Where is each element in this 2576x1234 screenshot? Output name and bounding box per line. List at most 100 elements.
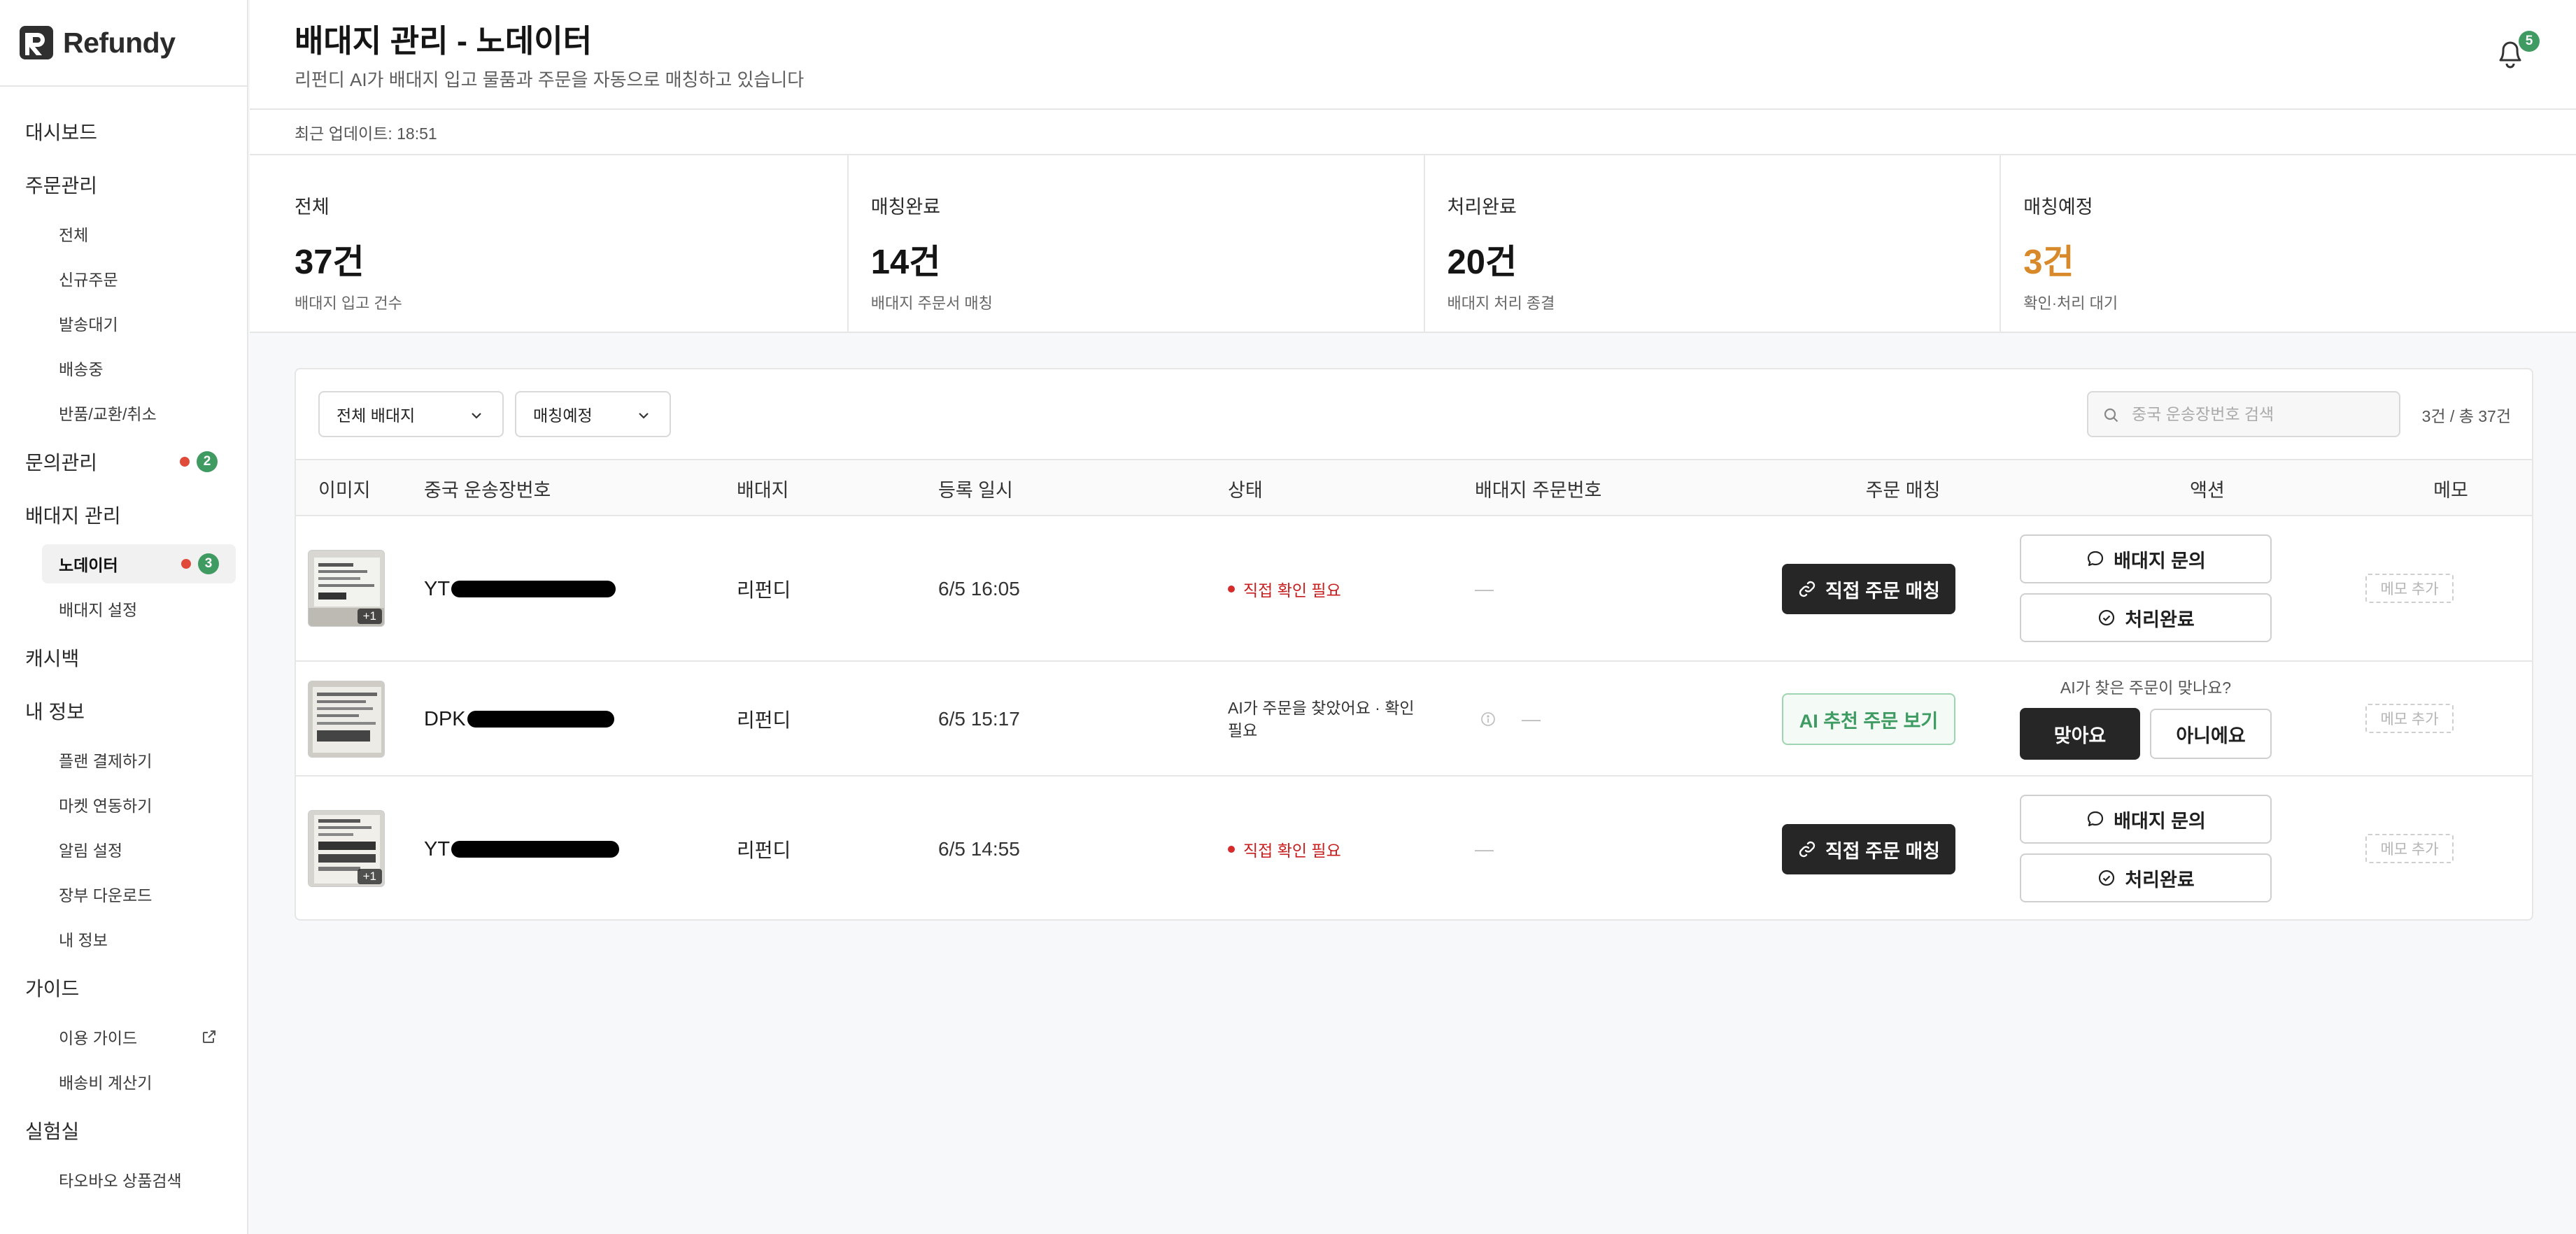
status-select[interactable]: 매칭예정: [515, 391, 671, 437]
table-header: 이미지 중국 운송장번호 배대지 등록 일시 상태 배대지 주문번호 주문 매칭…: [296, 460, 2532, 516]
sidebar-item-lab[interactable]: 실험실: [0, 1104, 247, 1157]
sidebar-item-label: 주문관리: [25, 175, 98, 197]
sidebar-item-orders[interactable]: 주문관리: [0, 158, 247, 211]
sidebar-item-orders-new[interactable]: 신규주문: [0, 256, 247, 301]
filter-bar: 전체 배대지 매칭예정 3건 / 총 37건: [296, 369, 2532, 460]
page-header: 배대지 관리 - 노데이터 리펀디 AI가 배대지 입고 물품과 주문을 자동으…: [250, 0, 2576, 110]
tracking-search[interactable]: [2087, 391, 2400, 437]
column-header: 이미지: [318, 479, 371, 501]
mark-done-button[interactable]: 처리완료: [2020, 853, 2272, 902]
redacted-block: [451, 581, 616, 597]
table-row: DPK 리펀디 6/5 15:17 AI가 주문을 찾았어요 · 확인 필요 —…: [296, 662, 2532, 776]
tracking-prefix: YT: [424, 837, 451, 860]
sidebar-item-label: 내 정보: [59, 931, 108, 949]
sidebar-item-my-profile[interactable]: 내 정보: [0, 916, 247, 961]
sidebar-item-forwarder-nodata[interactable]: 노데이터 3: [42, 544, 236, 583]
forwarder-select[interactable]: 전체 배대지: [318, 391, 504, 437]
chat-bubble-icon: [2088, 551, 2104, 567]
confirm-no-button[interactable]: 아니에요: [2150, 709, 2272, 759]
nodata-badges: 3: [181, 553, 219, 574]
add-memo-button[interactable]: 메모 추가: [2365, 704, 2454, 733]
button-label: 아니에요: [2176, 725, 2246, 746]
nodata-count-badge: 3: [198, 553, 219, 574]
shipments-card: 전체 배대지 매칭예정 3건 / 총 37건 이미지 중국 운송장번호 배대지 …: [295, 368, 2533, 921]
tracking-number: YT: [424, 516, 616, 662]
sidebar-item-orders-returns[interactable]: 반품/교환/취소: [0, 390, 247, 435]
sidebar-item-myinfo[interactable]: 내 정보: [0, 684, 247, 737]
forwarder-inquiry-button[interactable]: 배대지 문의: [2020, 795, 2272, 844]
ai-recommended-order-button[interactable]: AI 추천 주문 보기: [1782, 693, 1955, 745]
page-title: 배대지 관리 - 노데이터: [295, 23, 593, 59]
sidebar-item-market-link[interactable]: 마켓 연동하기: [0, 782, 247, 827]
sidebar-item-dashboard[interactable]: 대시보드: [0, 105, 247, 158]
stat-pending: 매칭예정 3건 확인·처리 대기: [2001, 155, 2576, 332]
stat-label: 전체: [295, 197, 330, 218]
button-label: 배대지 문의: [2114, 810, 2206, 832]
ai-confirm-question: AI가 찾은 주문이 맞나요?: [2060, 679, 2232, 697]
sidebar-item-ledger-download[interactable]: 장부 다운로드: [0, 872, 247, 916]
parcel-image[interactable]: +1: [308, 810, 385, 887]
manual-match-button[interactable]: 직접 주문 매칭: [1782, 564, 1955, 614]
redacted-block: [451, 841, 620, 858]
parcel-image[interactable]: [308, 681, 385, 758]
check-circle-icon: [2099, 609, 2115, 626]
sidebar-item-label: 대시보드: [25, 122, 98, 143]
last-updated: 최근 업데이트: 18:51: [250, 110, 2576, 155]
button-label: 직접 주문 매칭: [1825, 580, 1941, 602]
column-header: 등록 일시: [938, 479, 1013, 501]
sidebar-item-forwarder-settings[interactable]: 배대지 설정: [0, 586, 247, 631]
sidebar-item-guide[interactable]: 가이드: [0, 961, 247, 1014]
sidebar-item-label: 가이드: [25, 978, 80, 1000]
sidebar-item-inquiries[interactable]: 문의관리 2: [0, 435, 247, 488]
column-header: 주문 매칭: [1865, 479, 1941, 501]
sidebar-item-orders-all[interactable]: 전체: [0, 211, 247, 256]
tracking-number: YT: [424, 776, 620, 919]
button-label: 처리완료: [2125, 869, 2195, 891]
check-circle-icon: [2099, 870, 2115, 886]
sidebar-item-label: 배송비 계산기: [59, 1074, 153, 1092]
info-icon[interactable]: [1480, 711, 1496, 727]
stat-label: 매칭예정: [2023, 197, 2093, 218]
tracking-prefix: YT: [424, 577, 451, 600]
sidebar-item-shipping-calc[interactable]: 배송비 계산기: [0, 1059, 247, 1104]
sidebar-item-taobao-search[interactable]: 타오바오 상품검색: [0, 1157, 247, 1202]
unread-dot: [181, 559, 191, 569]
status-dot: [1228, 846, 1235, 853]
brand-name: Refundy: [63, 26, 176, 59]
chevron-down-icon: [639, 413, 649, 419]
sidebar-item-label: 전체: [59, 226, 89, 244]
stat-matched: 매칭완료 14건 배대지 주문서 매칭: [849, 155, 1425, 332]
manual-match-button[interactable]: 직접 주문 매칭: [1782, 824, 1955, 874]
status-cell: AI가 주문을 찾았어요 · 확인 필요: [1228, 662, 1417, 776]
image-count-badge: +1: [357, 609, 382, 624]
mark-done-button[interactable]: 처리완료: [2020, 593, 2272, 642]
sidebar-item-label: 타오바오 상품검색: [59, 1172, 182, 1190]
result-count: 3건 / 총 37건: [2421, 407, 2511, 425]
select-value: 매칭예정: [533, 406, 593, 425]
add-memo-button[interactable]: 메모 추가: [2365, 574, 2454, 603]
registered-time: 6/5 14:55: [938, 838, 1020, 860]
add-memo-button[interactable]: 메모 추가: [2365, 834, 2454, 863]
page-subtitle: 리펀디 AI가 배대지 입고 물품과 주문을 자동으로 매칭하고 있습니다: [295, 69, 805, 90]
sidebar-item-cashback[interactable]: 캐시백: [0, 631, 247, 684]
status-badge: 직접 확인 필요: [1228, 577, 1341, 601]
registered-time: 6/5 16:05: [938, 578, 1020, 600]
sidebar-item-label: 노데이터: [59, 556, 118, 574]
sidebar-item-plan-payment[interactable]: 플랜 결제하기: [0, 737, 247, 782]
stats-row: 전체 37건 배대지 입고 건수 매칭완료 14건 배대지 주문서 매칭 처리완…: [250, 155, 2576, 333]
sidebar-item-orders-shipping[interactable]: 배송중: [0, 346, 247, 390]
sidebar-item-label: 알림 설정: [59, 842, 123, 860]
sidebar-nav: 대시보드 주문관리 전체 신규주문 발송대기 배송중 반품/교환/취소 문의관리…: [0, 87, 247, 1202]
forwarder-inquiry-button[interactable]: 배대지 문의: [2020, 534, 2272, 583]
search-input[interactable]: [2132, 404, 2399, 424]
parcel-image[interactable]: +1: [308, 550, 385, 627]
sidebar-item-orders-ready[interactable]: 발송대기: [0, 301, 247, 346]
sidebar-item-forwarder[interactable]: 배대지 관리: [0, 488, 247, 541]
brand-logo[interactable]: Refundy: [0, 0, 247, 87]
stat-desc: 배대지 입고 건수: [295, 295, 402, 312]
stat-desc: 배대지 주문서 매칭: [870, 295, 993, 312]
confirm-yes-button[interactable]: 맞아요: [2020, 708, 2140, 760]
sidebar-item-notify-settings[interactable]: 알림 설정: [0, 827, 247, 872]
unread-dot: [180, 457, 190, 467]
sidebar-item-usage-guide[interactable]: 이용 가이드: [0, 1014, 247, 1059]
